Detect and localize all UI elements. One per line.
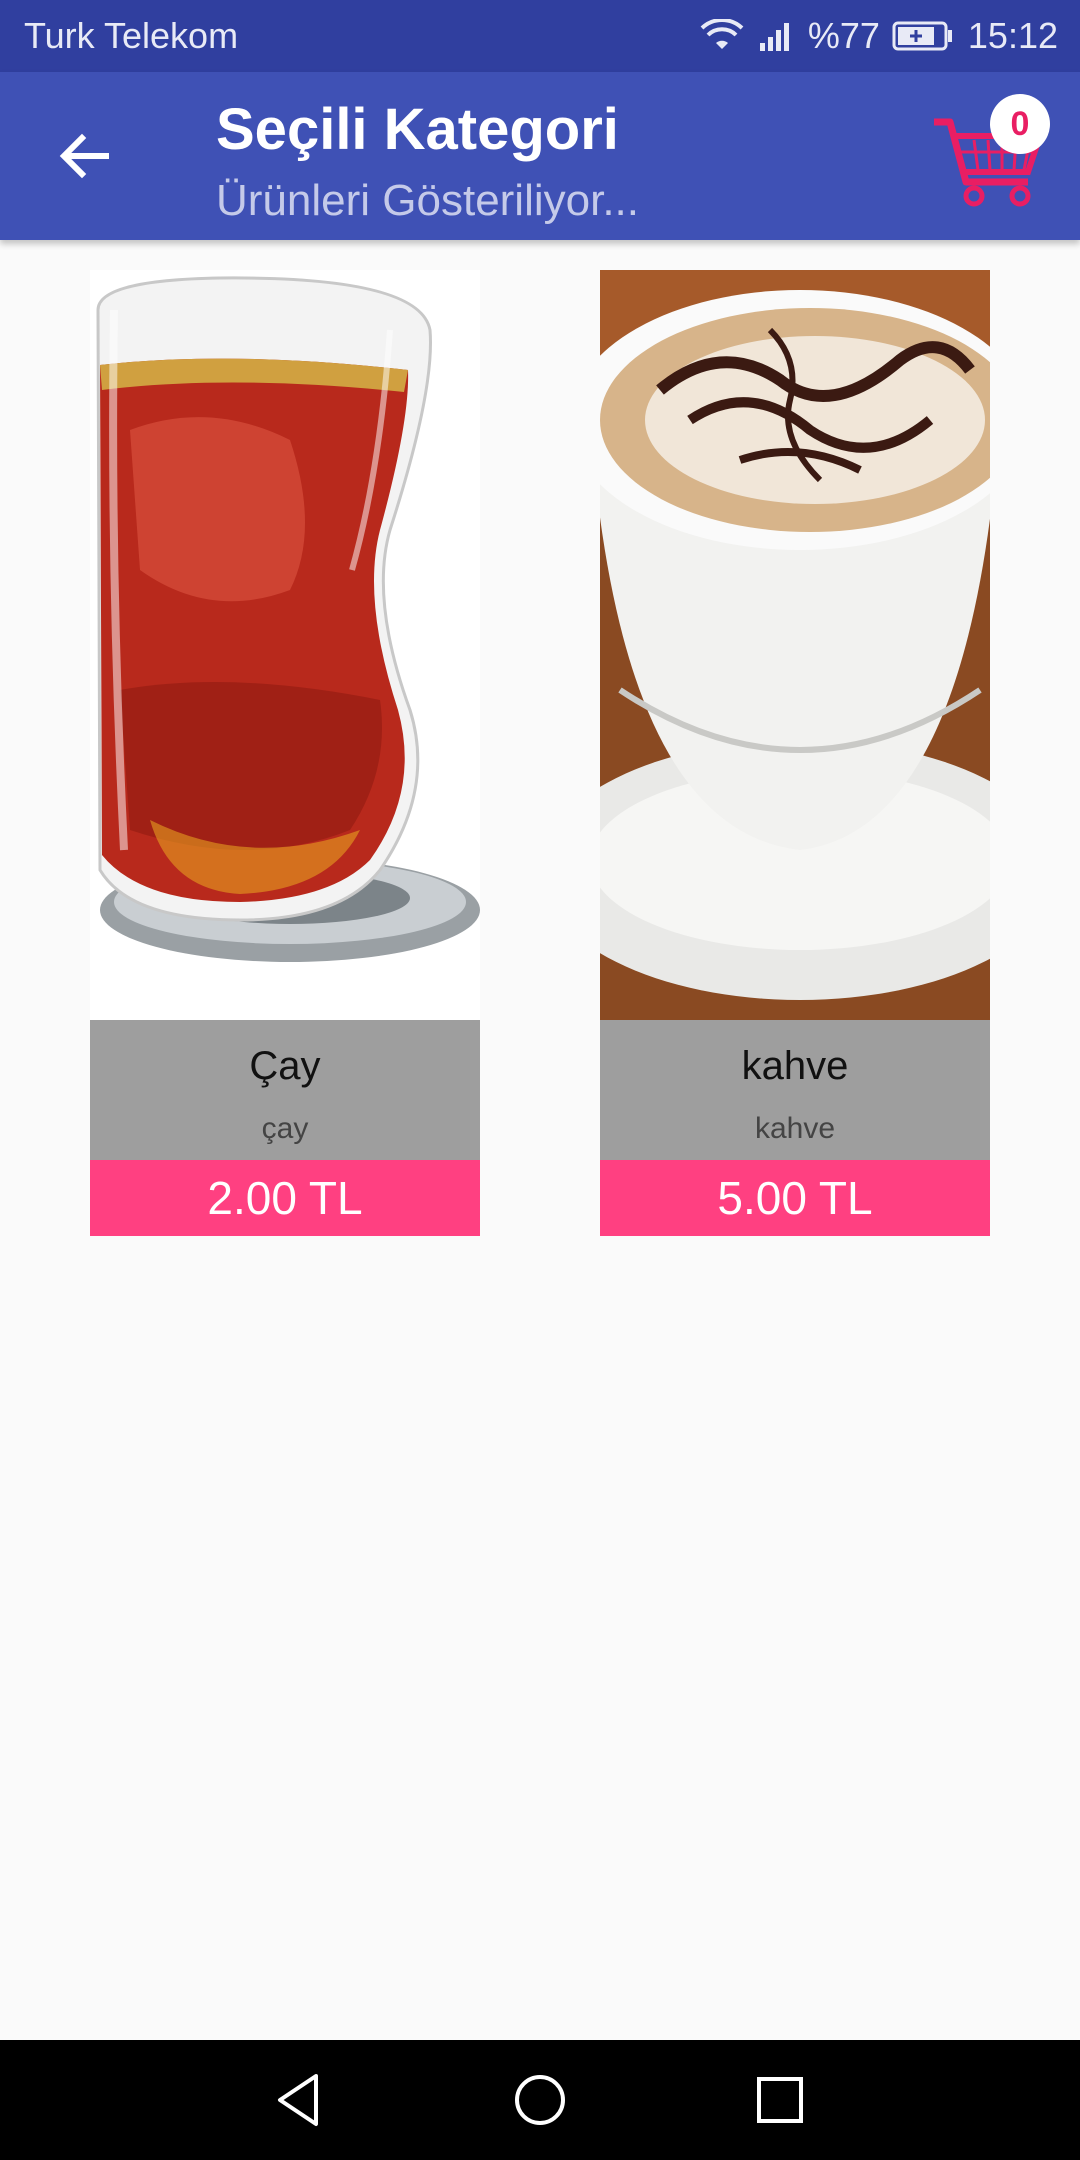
status-bar: Turk Telekom %77 15:12 [0, 0, 1080, 72]
product-name: kahve [741, 1044, 849, 1088]
carrier-label: Turk Telekom [24, 15, 239, 56]
battery-level: %77 [807, 15, 880, 56]
navigation-bar [0, 2040, 1080, 2160]
nav-back-icon[interactable] [270, 2070, 330, 2130]
cart-count-badge: 0 [990, 94, 1050, 154]
product-description: kahve [754, 1112, 836, 1145]
screen: Turk Telekom %77 15:12 Seçili Kategori Ü… [0, 0, 1080, 2160]
tea-glass-image [90, 270, 480, 1020]
arrow-back-icon [59, 133, 109, 179]
product-card[interactable]: kahve kahve 5.00 TL [600, 270, 990, 1236]
wifi-icon [700, 19, 744, 49]
signal-icon [759, 23, 789, 51]
nav-recents-icon[interactable] [750, 2070, 810, 2130]
product-info: kahve kahve [600, 1020, 990, 1160]
nav-home-icon[interactable] [510, 2070, 570, 2130]
page-subtitle: Ürünleri Gösteriliyor... [216, 176, 640, 225]
product-price: 5.00 TL [600, 1160, 990, 1236]
product-price: 2.00 TL [90, 1160, 480, 1236]
product-info: Çay çay [90, 1020, 480, 1160]
page-title: Seçili Kategori [216, 97, 619, 162]
app-bar: Seçili Kategori Ürünleri Gösteriliyor...… [0, 72, 1080, 240]
coffee-cup-image [600, 270, 990, 1020]
status-icons: %77 15:12 [700, 15, 1058, 57]
clock: 15:12 [967, 15, 1058, 56]
back-button[interactable] [40, 112, 128, 200]
title-group: Seçili Kategori Ürünleri Gösteriliyor... [216, 94, 639, 228]
product-description: çay [261, 1112, 309, 1145]
cart-button[interactable]: 0 [928, 90, 1058, 220]
product-name: Çay [249, 1044, 321, 1088]
product-card[interactable]: Çay çay 2.00 TL [90, 270, 480, 1236]
battery: %77 [808, 15, 954, 57]
battery-charging-icon [892, 21, 952, 51]
